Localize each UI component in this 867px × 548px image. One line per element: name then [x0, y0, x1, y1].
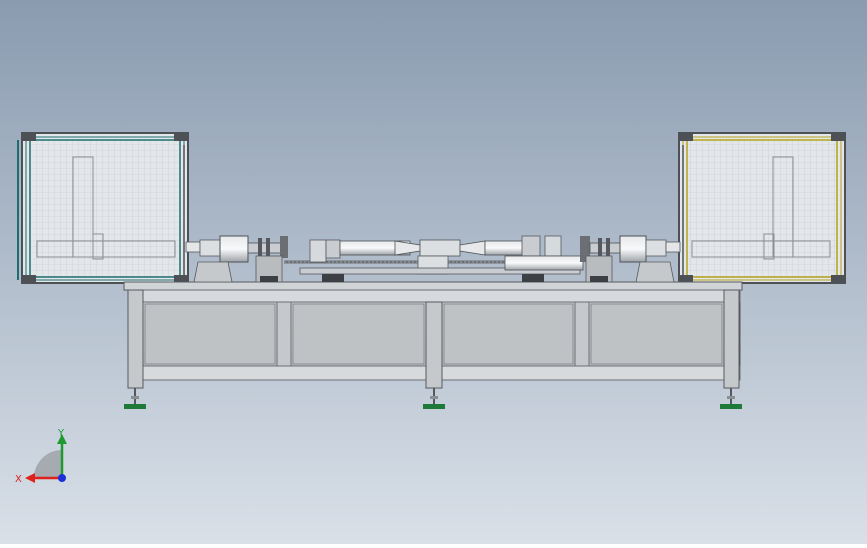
- cad-drawing: Y X: [0, 0, 867, 544]
- y-axis-label: Y: [57, 428, 65, 439]
- x-axis-label: X: [15, 474, 22, 485]
- left-safety-guard[interactable]: [17, 132, 189, 284]
- z-axis-dot: [58, 474, 66, 482]
- cad-viewport[interactable]: Y X: [0, 0, 867, 544]
- right-safety-guard[interactable]: [678, 132, 846, 284]
- base-frame[interactable]: [123, 281, 743, 389]
